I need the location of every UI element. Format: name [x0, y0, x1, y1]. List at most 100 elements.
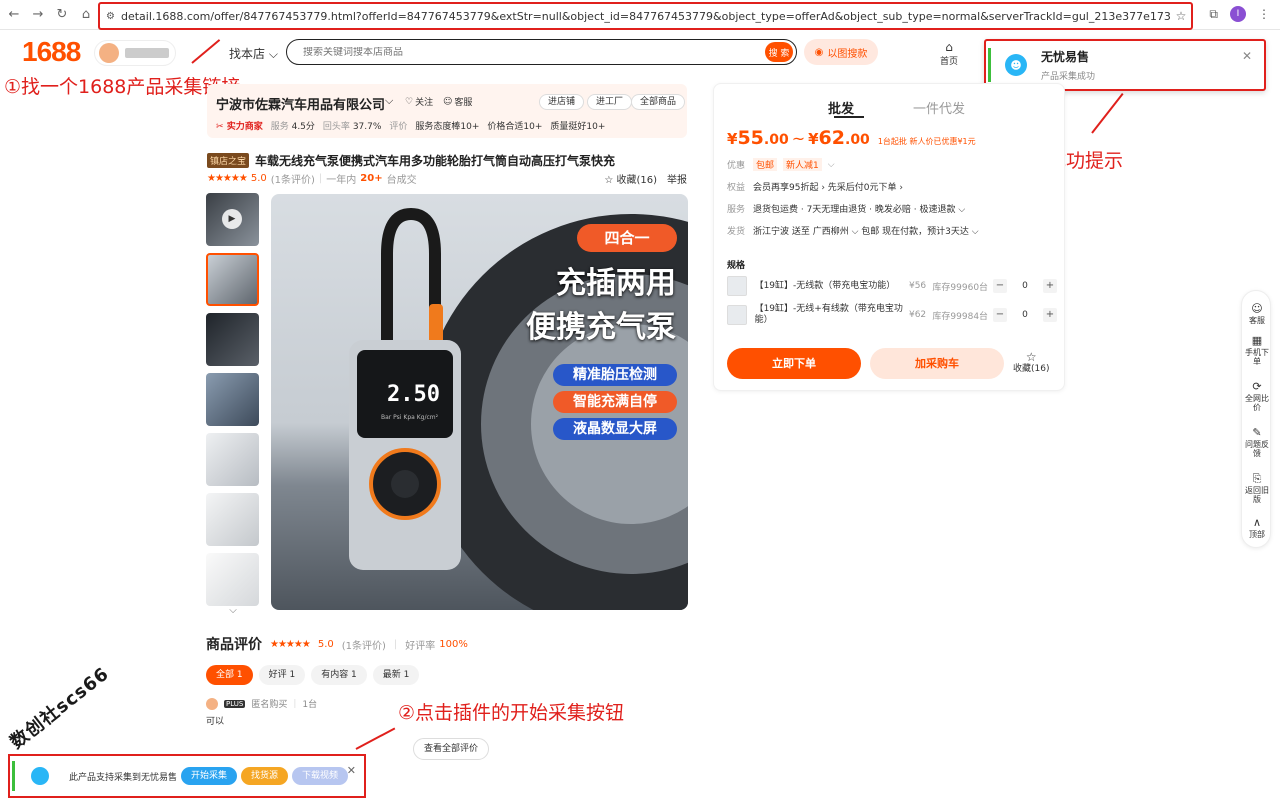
thumbnail-video[interactable]: ▶ — [206, 193, 259, 246]
increment-button[interactable]: + — [1043, 308, 1057, 322]
profile-avatar[interactable]: I — [1230, 6, 1246, 22]
annotation-step2: ②点击插件的开始采集按钮 — [398, 702, 625, 724]
panel-favorite-button[interactable]: ☆ 收藏(16) — [1013, 350, 1049, 375]
side-tool-old-version[interactable]: ⎘ 返回旧版 — [1242, 472, 1272, 504]
find-supply-button[interactable]: 找货源 — [241, 767, 289, 785]
favorite-button[interactable]: ☆ 收藏(16) — [604, 171, 657, 186]
plugin-octopus-icon: ☻ — [1005, 54, 1027, 76]
side-tool-top[interactable]: ∧ 顶部 — [1242, 516, 1272, 539]
shop-name[interactable]: 宁波市佐霖汽车用品有限公司 — [216, 94, 385, 113]
watermark-text: 数创社scs66 — [6, 663, 114, 754]
shop-tab-factory[interactable]: 进工厂 — [587, 94, 633, 110]
shop-tab-all-products[interactable]: 全部商品 — [631, 94, 686, 110]
shop-metrics: ✂ 实力商家 服务 4.5分 回头率 37.7% 评价 服务态度棒10+ 价格合… — [216, 119, 605, 132]
report-link[interactable]: 举报 — [667, 171, 687, 186]
plugin-accent-bar — [12, 761, 15, 791]
spec-option-row: 【19缸】-无线款（带充电宝功能） ¥56 库存99960台 − 0 + — [727, 272, 1057, 300]
spec-thumbnail[interactable] — [727, 276, 747, 296]
service-row[interactable]: 服务 退货包运费 · 7天无理由退货 · 晚发必赔 · 极速退款 ⌵ — [727, 202, 965, 215]
play-icon: ▶ — [222, 209, 242, 229]
follow-button[interactable]: ♡ 关注 — [405, 95, 434, 109]
main-product-image[interactable]: 2.50 Bar Psi Kpa Kg/cm² 四合一 充插两用 便携充气泵 精… — [271, 194, 688, 610]
avatar — [206, 697, 218, 710]
tab-dropship[interactable]: 一件代发 — [913, 98, 965, 117]
site-info-icon[interactable]: ⚙ — [106, 11, 115, 22]
plugin-message: 此产品支持采集到无忧易售 — [69, 772, 178, 783]
search-input[interactable] — [303, 46, 765, 58]
chevron-down-icon[interactable]: ⌵ — [385, 94, 393, 108]
tab-active-underline — [834, 116, 864, 118]
filter-with-content[interactable]: 有内容 1 — [311, 665, 367, 685]
side-tool-mobile-order[interactable]: ▦ 手机下单 — [1242, 334, 1272, 366]
thumbnail-image[interactable] — [206, 313, 259, 366]
thumbnail-image[interactable] — [206, 373, 259, 426]
strength-merchant-badge: ✂ 实力商家 — [216, 122, 263, 132]
toast-subtitle: 产品采集成功 — [1041, 72, 1096, 82]
hero-headline-2: 便携充气泵 — [526, 310, 676, 345]
price-note: 1台起批 新人价已优惠¥1元 — [877, 137, 976, 146]
hero-headline-1: 充插两用 — [556, 266, 676, 301]
side-tool-service[interactable]: ☺ 客服 — [1242, 302, 1272, 325]
start-collect-button[interactable]: 开始采集 — [181, 767, 238, 785]
rights-row[interactable]: 权益 会员再享95折起 › 先采后付0元下单 › — [727, 180, 903, 193]
repeat-rate: 回头率 37.7% — [322, 122, 382, 132]
extensions-icon[interactable]: ⧉ — [1209, 7, 1218, 22]
site-home-link[interactable]: ⌂ 首页 — [938, 40, 960, 67]
bookmark-star-icon[interactable]: ☆ — [1171, 9, 1191, 23]
review-filters: 全部 1 好评 1 有内容 1 最新 1 — [206, 665, 420, 685]
filter-latest[interactable]: 最新 1 — [372, 665, 420, 685]
quantity-value[interactable]: 0 — [1007, 310, 1043, 320]
review-quantity: 1台 — [302, 700, 318, 710]
side-tool-feedback[interactable]: ✎ 问题反馈 — [1242, 426, 1272, 458]
shipping-text: 浙江宁波 送至 广西柳州 ⌵ 包邮 现在付款，预计3天达 ⌵ — [753, 227, 979, 237]
home-icon[interactable]: ⌂ — [74, 3, 98, 27]
shipping-row[interactable]: 发货 浙江宁波 送至 广西柳州 ⌵ 包邮 现在付款，预计3天达 ⌵ — [727, 224, 979, 237]
quantity-value[interactable]: 0 — [1007, 281, 1043, 291]
thumbnail-image[interactable] — [206, 433, 259, 486]
promo-row[interactable]: 优惠 包邮 新人减1 ⌵ — [727, 158, 835, 171]
spec-thumbnail[interactable] — [727, 305, 747, 325]
review-text: 可以 — [206, 717, 225, 727]
url-text[interactable]: detail.1688.com/offer/847767453779.html?… — [121, 10, 1171, 23]
filter-positive[interactable]: 好评 1 — [258, 665, 306, 685]
pump-hose-shape — [381, 207, 441, 344]
address-bar[interactable]: ⚙ detail.1688.com/offer/847767453779.htm… — [98, 2, 1193, 30]
shop-tab-store[interactable]: 进店铺 — [539, 94, 585, 110]
thumbnail-image[interactable] — [206, 553, 259, 606]
forward-icon[interactable]: → — [26, 3, 50, 27]
follow-label: 关注 — [415, 98, 434, 108]
reload-icon[interactable]: ↻ — [50, 3, 74, 27]
store-account-chip[interactable] — [94, 40, 176, 66]
find-store-dropdown[interactable]: 找本店 ⌵ — [229, 45, 278, 62]
spec-price: ¥56 — [908, 281, 927, 291]
plugin-collect-bar: 此产品支持采集到无忧易售 开始采集 找货源 下载视频 ✕ — [8, 754, 366, 798]
toast-close-icon[interactable]: ✕ — [1242, 49, 1252, 63]
search-button[interactable]: 搜 索 — [765, 42, 793, 62]
service-button[interactable]: ☺ 客服 — [443, 95, 472, 109]
image-search-button[interactable]: ◉ 以图搜款 — [804, 39, 878, 65]
spec-stock: 库存99984台 — [932, 311, 989, 322]
plugin-close-icon[interactable]: ✕ — [347, 764, 356, 777]
tab-wholesale[interactable]: 批发 — [828, 98, 854, 117]
thumbnail-image[interactable] — [206, 493, 259, 546]
increment-button[interactable]: + — [1043, 279, 1057, 293]
view-all-reviews-button[interactable]: 查看全部评价 — [413, 738, 490, 760]
filter-all[interactable]: 全部 1 — [206, 665, 253, 685]
side-tool-compare[interactable]: ⟳ 全网比价 — [1242, 380, 1272, 412]
hero-feature-1: 精准胎压检测 — [553, 364, 677, 386]
thumbnail-image[interactable] — [206, 253, 259, 306]
decrement-button[interactable]: − — [993, 308, 1007, 322]
decrement-button[interactable]: − — [993, 279, 1007, 293]
site-logo[interactable]: 1688 — [22, 36, 81, 68]
add-to-cart-button[interactable]: 加采购车 — [870, 348, 1004, 379]
back-icon[interactable]: ← — [2, 3, 26, 27]
spec-price: ¥62 — [908, 310, 927, 320]
order-now-button[interactable]: 立即下单 — [727, 348, 861, 379]
chevron-down-icon[interactable]: ⌵ — [206, 605, 260, 616]
review-count[interactable]: (1条评价) — [271, 171, 315, 186]
reviews-header: 商品评价 ★★★★★ 5.0 (1条评价) | 好评率 100% — [206, 634, 468, 654]
download-video-button[interactable]: 下载视频 — [292, 767, 349, 785]
browser-menu-icon[interactable]: ⋮ — [1258, 7, 1270, 21]
edit-icon: ✎ — [1252, 426, 1262, 439]
shop-tag: 质量挺好10+ — [550, 122, 606, 132]
